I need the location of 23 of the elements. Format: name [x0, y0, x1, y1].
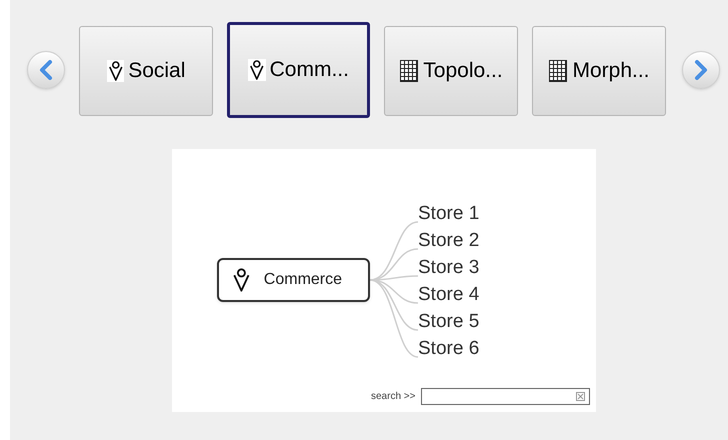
child-node-label[interactable]: Store 4	[418, 281, 480, 308]
grid-icon	[548, 59, 568, 83]
search-field[interactable]	[421, 388, 590, 405]
chevron-left-icon	[38, 60, 54, 80]
child-node-label[interactable]: Store 1	[418, 200, 480, 227]
next-button[interactable]	[682, 51, 720, 89]
tab[interactable]: Topolo...	[384, 26, 518, 116]
child-node-label[interactable]: Store 6	[418, 335, 480, 362]
tab[interactable]: Comm...	[227, 22, 370, 118]
root-node[interactable]: Commerce	[217, 258, 370, 302]
grid-icon	[399, 59, 420, 83]
child-node-label[interactable]: Store 2	[418, 227, 480, 254]
tab[interactable]: Morph...	[532, 26, 666, 116]
clear-icon[interactable]	[576, 392, 586, 401]
node-label: Commerce	[264, 270, 342, 290]
chevron-right-icon	[693, 60, 709, 80]
pin-icon	[106, 60, 124, 82]
child-node-label[interactable]: Store 5	[418, 308, 480, 335]
tab[interactable]: Social	[79, 26, 213, 116]
search-label: search >>	[371, 390, 416, 404]
child-node-label[interactable]: Store 3	[418, 254, 480, 281]
pin-icon	[248, 59, 266, 81]
previous-button[interactable]	[27, 51, 65, 89]
